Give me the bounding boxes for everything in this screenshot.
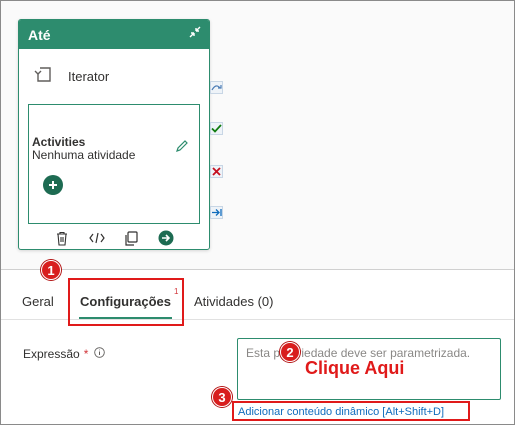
iterator-row: Iterator <box>33 64 109 89</box>
add-icon[interactable] <box>43 175 63 195</box>
activities-status: Nenhuma atividade <box>32 148 136 162</box>
step-1-marker: 1 <box>41 260 61 280</box>
card-header: Até <box>19 20 209 49</box>
step-3-marker: 3 <box>212 387 232 407</box>
pipeline-canvas[interactable]: Até Iterator Activities Nenhuma atividad… <box>1 1 514 269</box>
tab-atividades[interactable]: Atividades (0) <box>194 294 273 309</box>
arrow-icon[interactable] <box>210 206 223 219</box>
card-title: Até <box>28 26 51 43</box>
step-2-marker: 2 <box>280 342 300 362</box>
click-here-callout: Clique Aqui <box>305 358 405 378</box>
activities-container[interactable]: Activities Nenhuma atividade <box>28 104 200 224</box>
copy-icon[interactable] <box>123 230 139 246</box>
code-icon[interactable] <box>89 230 105 246</box>
x-icon[interactable] <box>210 165 223 178</box>
collapse-icon[interactable] <box>187 24 203 45</box>
highlight-dynamic-content-link <box>232 401 470 421</box>
highlight-tab-configuracoes <box>68 278 184 326</box>
arrow-right-icon[interactable] <box>158 230 174 246</box>
skip-icon[interactable] <box>210 81 223 94</box>
expression-label-row: Expressão * <box>23 347 106 361</box>
iterator-icon <box>33 64 53 89</box>
expression-label: Expressão <box>23 347 80 361</box>
check-icon[interactable] <box>210 122 223 135</box>
trash-icon[interactable] <box>54 230 70 246</box>
tab-geral[interactable]: Geral <box>22 294 54 309</box>
until-activity-card[interactable]: Até Iterator Activities Nenhuma atividad… <box>18 19 210 250</box>
activities-title: Activities <box>32 135 86 149</box>
iterator-label: Iterator <box>68 69 110 84</box>
info-icon[interactable] <box>88 347 106 361</box>
card-toolbar <box>19 228 209 248</box>
